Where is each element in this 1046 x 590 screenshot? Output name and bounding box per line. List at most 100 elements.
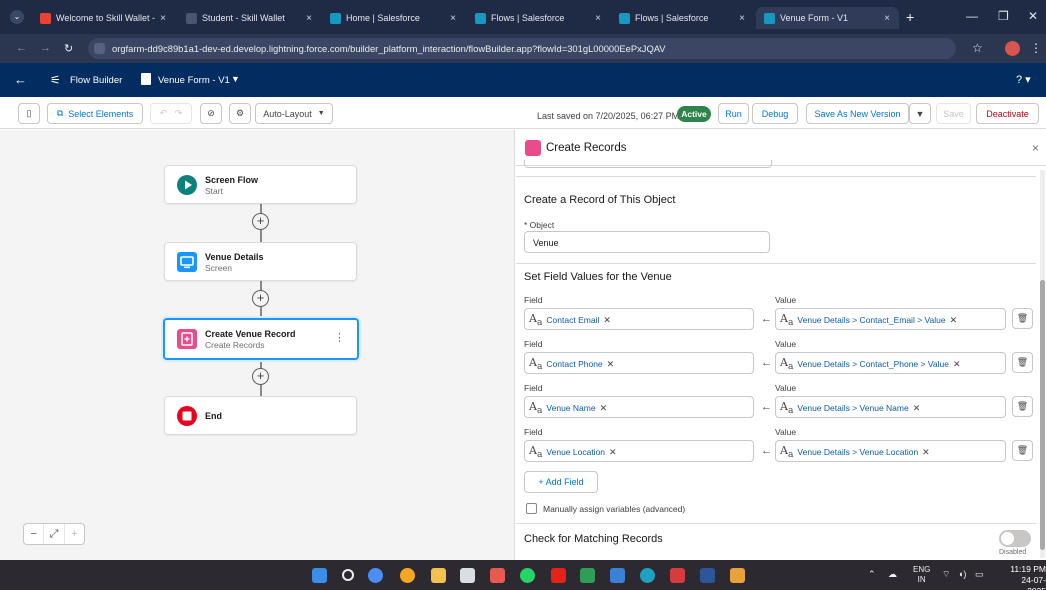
delete-row-icon[interactable]: 🗑 bbox=[1012, 396, 1033, 417]
save-button[interactable]: Save bbox=[936, 103, 971, 124]
language-indicator[interactable]: ENG IN bbox=[913, 565, 930, 585]
field-pill[interactable]: Aa Contact Phone ✕ bbox=[529, 356, 615, 372]
remove-pill-icon[interactable]: ✕ bbox=[600, 403, 608, 414]
zoom-in-button[interactable]: + bbox=[65, 524, 84, 544]
value-pill[interactable]: Aa Venue Details > Contact_Phone > Value ✕ bbox=[780, 356, 961, 372]
add-element-button[interactable]: + bbox=[252, 368, 269, 385]
close-tab-icon[interactable]: × bbox=[592, 13, 604, 24]
remove-pill-icon[interactable]: ✕ bbox=[922, 447, 930, 458]
restore-icon[interactable]: ❐ bbox=[998, 9, 1009, 23]
edge-icon[interactable] bbox=[640, 568, 655, 583]
browser-tab[interactable]: Welcome to Skill Wallet - / × bbox=[32, 7, 175, 29]
flow-menu-chevron-icon[interactable]: ▼ bbox=[231, 74, 240, 84]
system-clock[interactable]: 11:19 PM 24-07-2025 bbox=[1008, 564, 1046, 590]
bookmark-star-icon[interactable]: ☆ bbox=[972, 41, 983, 55]
browser-tab[interactable]: Flows | Salesforce × bbox=[611, 7, 754, 29]
flow-node-start[interactable]: Screen Flow Start bbox=[164, 165, 357, 204]
save-as-new-version-button[interactable]: Save As New Version bbox=[806, 103, 909, 124]
mail-app-icon[interactable] bbox=[490, 568, 505, 583]
tab-search-icon[interactable]: ⌄ bbox=[10, 10, 24, 24]
new-tab-button[interactable]: + bbox=[906, 9, 914, 25]
whatsapp-icon[interactable] bbox=[520, 568, 535, 583]
field-input[interactable]: Aa Venue Name ✕ bbox=[524, 396, 754, 418]
remove-pill-icon[interactable]: ✕ bbox=[953, 359, 961, 370]
value-input[interactable]: Aa Venue Details > Contact_Phone > Value ✕ bbox=[775, 352, 1006, 374]
back-arrow-icon[interactable]: ← bbox=[14, 72, 27, 87]
remove-pill-icon[interactable]: ✕ bbox=[950, 315, 958, 326]
deactivate-button[interactable]: Deactivate bbox=[976, 103, 1039, 124]
select-elements-button[interactable]: ⧉ Select Elements bbox=[47, 103, 143, 124]
save-options-chevron-icon[interactable]: ▼ bbox=[909, 103, 931, 124]
manual-assign-checkbox[interactable] bbox=[526, 503, 537, 514]
back-icon[interactable]: ← bbox=[16, 42, 27, 54]
close-tab-icon[interactable]: × bbox=[881, 13, 893, 24]
start-windows-icon[interactable] bbox=[312, 568, 327, 583]
browser-tab[interactable]: Flows | Salesforce × bbox=[467, 7, 610, 29]
field-input[interactable]: Aa Venue Location ✕ bbox=[524, 440, 754, 462]
chrome-icon[interactable] bbox=[400, 568, 415, 583]
browser-tab-active[interactable]: Venue Form - V1 × bbox=[756, 7, 899, 29]
volume-icon[interactable]: ◖) bbox=[958, 569, 966, 579]
flow-node-create-records[interactable]: Create Venue Record Create Records ⋮ bbox=[163, 318, 359, 360]
minimize-icon[interactable]: — bbox=[966, 9, 978, 23]
office-icon[interactable] bbox=[670, 568, 685, 583]
object-input[interactable]: Venue bbox=[524, 231, 770, 253]
close-tab-icon[interactable]: × bbox=[157, 13, 169, 24]
undo-redo-button-group[interactable]: ↶ ↷ bbox=[150, 103, 192, 124]
help-icon[interactable]: ? ▾ bbox=[1016, 73, 1031, 86]
url-field[interactable]: orgfarm-dd9c89b1a1-dev-ed.develop.lightn… bbox=[88, 38, 956, 59]
add-element-button[interactable]: + bbox=[252, 213, 269, 230]
redo-icon[interactable]: ↷ bbox=[175, 108, 183, 119]
remove-pill-icon[interactable]: ✕ bbox=[607, 359, 615, 370]
word-icon[interactable] bbox=[700, 568, 715, 583]
field-pill[interactable]: Aa Venue Location ✕ bbox=[529, 444, 617, 460]
wifi-icon[interactable]: ⌔ bbox=[942, 569, 950, 580]
fit-view-button[interactable]: ⤢ bbox=[44, 524, 65, 544]
value-input[interactable]: Aa Venue Details > Venue Name ✕ bbox=[775, 396, 1006, 418]
store-icon[interactable] bbox=[460, 568, 475, 583]
error-check-button[interactable]: ⊘ bbox=[200, 103, 222, 124]
search-icon[interactable] bbox=[342, 569, 354, 581]
delete-row-icon[interactable]: 🗑 bbox=[1012, 308, 1033, 329]
remove-pill-icon[interactable]: ✕ bbox=[603, 315, 611, 326]
value-input[interactable]: Aa Venue Details > Contact_Email > Value ✕ bbox=[775, 308, 1006, 330]
reload-icon[interactable]: ↻ bbox=[64, 42, 73, 55]
file-explorer-icon[interactable] bbox=[431, 568, 446, 583]
profile-avatar[interactable] bbox=[1005, 41, 1020, 56]
field-input[interactable]: Aa Contact Email ✕ bbox=[524, 308, 754, 330]
remove-pill-icon[interactable]: ✕ bbox=[609, 447, 617, 458]
chevron-up-icon[interactable]: ⌃ bbox=[868, 569, 876, 580]
run-button[interactable]: Run bbox=[718, 103, 749, 124]
add-element-button[interactable]: + bbox=[252, 290, 269, 307]
delete-row-icon[interactable]: 🗑 bbox=[1012, 352, 1033, 373]
close-tab-icon[interactable]: × bbox=[736, 13, 748, 24]
toggle-panel-button[interactable]: ▯ bbox=[18, 103, 40, 124]
field-input[interactable]: Aa Contact Phone ✕ bbox=[524, 352, 754, 374]
close-tab-icon[interactable]: × bbox=[447, 13, 459, 24]
close-tab-icon[interactable]: × bbox=[303, 13, 315, 24]
browser-tab[interactable]: Student - Skill Wallet × bbox=[178, 7, 321, 29]
youtube-icon[interactable] bbox=[551, 568, 566, 583]
value-pill[interactable]: Aa Venue Details > Venue Name ✕ bbox=[780, 400, 920, 416]
value-pill[interactable]: Aa Venue Details > Contact_Email > Value ✕ bbox=[780, 312, 958, 328]
panel-scrollbar[interactable] bbox=[1040, 170, 1045, 558]
battery-icon[interactable]: ▭ bbox=[975, 569, 984, 580]
site-info-icon[interactable] bbox=[94, 43, 105, 54]
window-close-icon[interactable]: ✕ bbox=[1028, 9, 1038, 23]
zoom-out-button[interactable]: − bbox=[24, 524, 45, 544]
flow-canvas[interactable]: + + + Screen Flow Start Venue Details Sc… bbox=[0, 130, 515, 560]
add-field-button[interactable]: + Add Field bbox=[524, 471, 598, 493]
photos-icon[interactable] bbox=[610, 568, 625, 583]
browser-menu-icon[interactable]: ⋮ bbox=[1030, 41, 1042, 55]
browser-tab[interactable]: Home | Salesforce × bbox=[322, 7, 465, 29]
scrollbar-thumb[interactable] bbox=[1040, 280, 1045, 550]
settings-gear-button[interactable]: ⚙ bbox=[229, 103, 251, 124]
forward-icon[interactable]: → bbox=[40, 42, 51, 54]
flow-node-screen[interactable]: Venue Details Screen bbox=[164, 242, 357, 281]
undo-icon[interactable]: ↶ bbox=[160, 108, 168, 119]
maps-icon[interactable] bbox=[580, 568, 595, 583]
node-menu-icon[interactable]: ⋮ bbox=[334, 331, 345, 344]
matching-records-toggle[interactable] bbox=[999, 530, 1031, 547]
paint-icon[interactable] bbox=[730, 568, 745, 583]
onedrive-icon[interactable]: ☁ bbox=[888, 569, 897, 580]
